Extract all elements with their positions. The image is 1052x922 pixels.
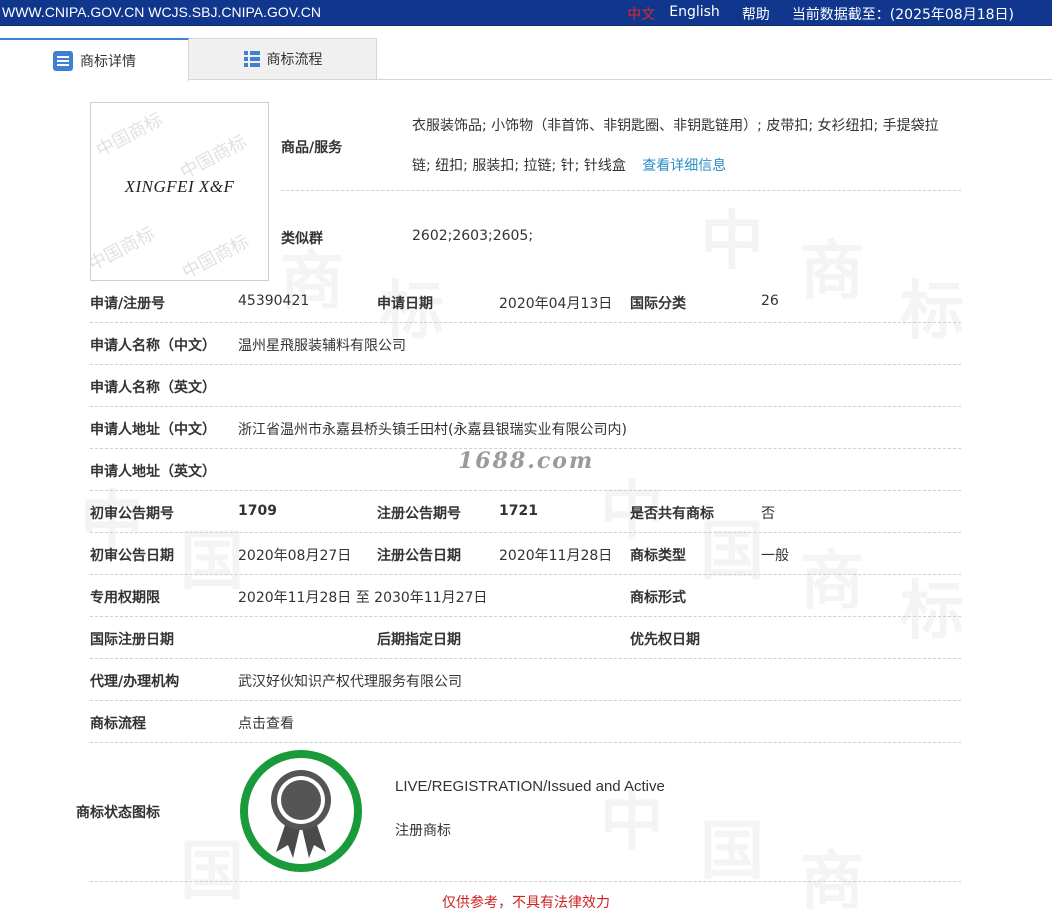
tab-trademark-process[interactable]: 商标流程 [189, 38, 377, 80]
applicant-en-label: 申请人名称（英文） [90, 380, 216, 396]
document-list-icon [52, 50, 74, 72]
info-row: 申请/注册号 45390421 申请日期 2020年04月13日 国际分类 26 [90, 281, 961, 323]
language-english-link[interactable]: English [669, 4, 720, 24]
exclusive-label: 专用权期限 [90, 590, 160, 606]
exclusive-value: 2020年11月28日 至 2030年11月27日 [238, 590, 488, 606]
shared-label: 是否共有商标 [630, 506, 714, 522]
address-cn-value: 浙江省温州市永嘉县桥头镇壬田村(永嘉县银瑞实业有限公司内) [238, 422, 627, 438]
info-row: 国际注册日期 后期指定日期 优先权日期 [90, 617, 961, 659]
priority-date-label: 优先权日期 [630, 632, 700, 648]
tab-bar: 商标详情 商标流程 [0, 38, 1052, 81]
info-row: 初审公告日期 2020年08月27日 注册公告日期 2020年11月28日 商标… [90, 533, 961, 575]
language-chinese-link[interactable]: 中文 [627, 4, 655, 24]
agent-label: 代理/办理机构 [90, 674, 180, 690]
divider [281, 190, 961, 191]
tab-label: 商标流程 [266, 52, 323, 68]
prelim-date-label: 初审公告日期 [90, 548, 174, 564]
intl-class-value: 26 [761, 293, 779, 309]
view-process-link[interactable]: 点击查看 [238, 713, 294, 733]
reg-date-value: 2020年11月28日 [499, 548, 613, 564]
process-label: 商标流程 [90, 716, 146, 732]
goods-line: 链; 纽扣; 服装扣; 拉链; 针; 针线盒 [412, 158, 626, 174]
legal-disclaimer: 仅供参考，不具有法律效力 [442, 895, 610, 911]
shared-value: 否 [761, 506, 775, 522]
logo-watermark: 中国商标 [178, 231, 253, 281]
reg-issue-label: 注册公告期号 [377, 506, 461, 522]
reg-issue-value: 1721 [499, 503, 538, 519]
top-right-links: 中文 English 帮助 当前数据截至：(2025年08月18日) [627, 4, 1014, 24]
status-label: 商标状态图标 [76, 805, 160, 821]
applicant-cn-label: 申请人名称（中文） [90, 338, 216, 354]
applicant-cn-value: 温州星飛服装辅料有限公司 [238, 338, 406, 354]
info-row: 代理/办理机构 武汉好伙知识产权代理服务有限公司 [90, 659, 961, 701]
goods-line-2: 链; 纽扣; 服装扣; 拉链; 针; 针线盒 查看详细信息 [412, 146, 972, 186]
divider [90, 742, 961, 743]
info-row: 申请人名称（英文） [90, 365, 961, 407]
tm-form-label: 商标形式 [630, 590, 686, 606]
info-row: 商标流程 点击查看 [90, 701, 961, 743]
help-link[interactable]: 帮助 [742, 4, 770, 24]
reg-no-value: 45390421 [238, 293, 310, 309]
logo-watermark: 中国商标 [90, 223, 159, 276]
trademark-detail-panel: 中 商 标 商 标 中 国 商 标 中 国 中 国 商 国 中国商标 中国商标 … [0, 80, 1052, 919]
agent-value: 武汉好伙知识产权代理服务有限公司 [238, 674, 462, 690]
info-row: 专用权期限 2020年11月28日 至 2030年11月27日 商标形式 [90, 575, 961, 617]
registered-badge-icon [238, 748, 364, 874]
goods-line: 衣服装饰品; 小饰物（非首饰、非钥匙圈、非钥匙链用）; 皮带扣; 女衫纽扣; 手… [412, 118, 939, 134]
reg-no-label: 申请/注册号 [90, 296, 166, 312]
similar-group-label: 类似群 [281, 231, 323, 247]
top-bar: WWW.CNIPA.GOV.CN WCJS.SBJ.CNIPA.GOV.CN 中… [0, 0, 1052, 26]
background-watermark: 中 [700, 190, 764, 282]
site-urls[interactable]: WWW.CNIPA.GOV.CN WCJS.SBJ.CNIPA.GOV.CN [2, 4, 321, 20]
goods-value: 衣服装饰品; 小饰物（非首饰、非钥匙圈、非钥匙链用）; 皮带扣; 女衫纽扣; 手… [412, 106, 972, 186]
similar-group-value: 2602;2603;2605; [412, 228, 534, 244]
tab-trademark-details[interactable]: 商标详情 [0, 38, 189, 81]
logo-watermark: 中国商标 [92, 109, 167, 162]
apply-date-label: 申请日期 [377, 296, 433, 312]
status-row: 商标状态图标 LIVE/REGISTRATION/Issued and Acti… [76, 744, 961, 882]
info-row: 初审公告期号 1709 注册公告期号 1721 是否共有商标 否 [90, 491, 961, 533]
trademark-image[interactable]: 中国商标 中国商标 中国商标 中国商标 XINGFEI X&F [90, 102, 269, 281]
status-chinese: 注册商标 [395, 823, 451, 839]
status-english: LIVE/REGISTRATION/Issued and Active [395, 778, 665, 795]
apply-date-value: 2020年04月13日 [499, 296, 613, 312]
logo-watermark: 中国商标 [176, 131, 251, 184]
info-row: 申请人地址（中文） 浙江省温州市永嘉县桥头镇壬田村(永嘉县银瑞实业有限公司内) [90, 407, 961, 449]
address-cn-label: 申请人地址（中文） [90, 422, 216, 438]
data-cutoff-date: 当前数据截至：(2025年08月18日) [791, 7, 1014, 23]
tm-type-label: 商标类型 [630, 548, 686, 564]
address-en-label: 申请人地址（英文） [90, 464, 216, 480]
reg-date-label: 注册公告日期 [377, 548, 461, 564]
later-designation-label: 后期指定日期 [377, 632, 461, 648]
tm-type-value: 一般 [761, 548, 789, 564]
view-details-link[interactable]: 查看详细信息 [642, 158, 726, 174]
grid-list-icon [243, 50, 261, 68]
prelim-issue-value: 1709 [238, 503, 277, 519]
intl-reg-date-label: 国际注册日期 [90, 632, 174, 648]
site-watermark: 1688.com [458, 448, 595, 474]
goods-label: 商品/服务 [281, 140, 343, 156]
trademark-logo-text: XINGFEI X&F [124, 177, 235, 196]
tab-label: 商标详情 [80, 53, 136, 70]
prelim-date-value: 2020年08月27日 [238, 548, 352, 564]
prelim-issue-label: 初审公告期号 [90, 506, 174, 522]
divider [90, 881, 961, 882]
intl-class-label: 国际分类 [630, 296, 686, 312]
info-row: 申请人名称（中文） 温州星飛服装辅料有限公司 [90, 323, 961, 365]
